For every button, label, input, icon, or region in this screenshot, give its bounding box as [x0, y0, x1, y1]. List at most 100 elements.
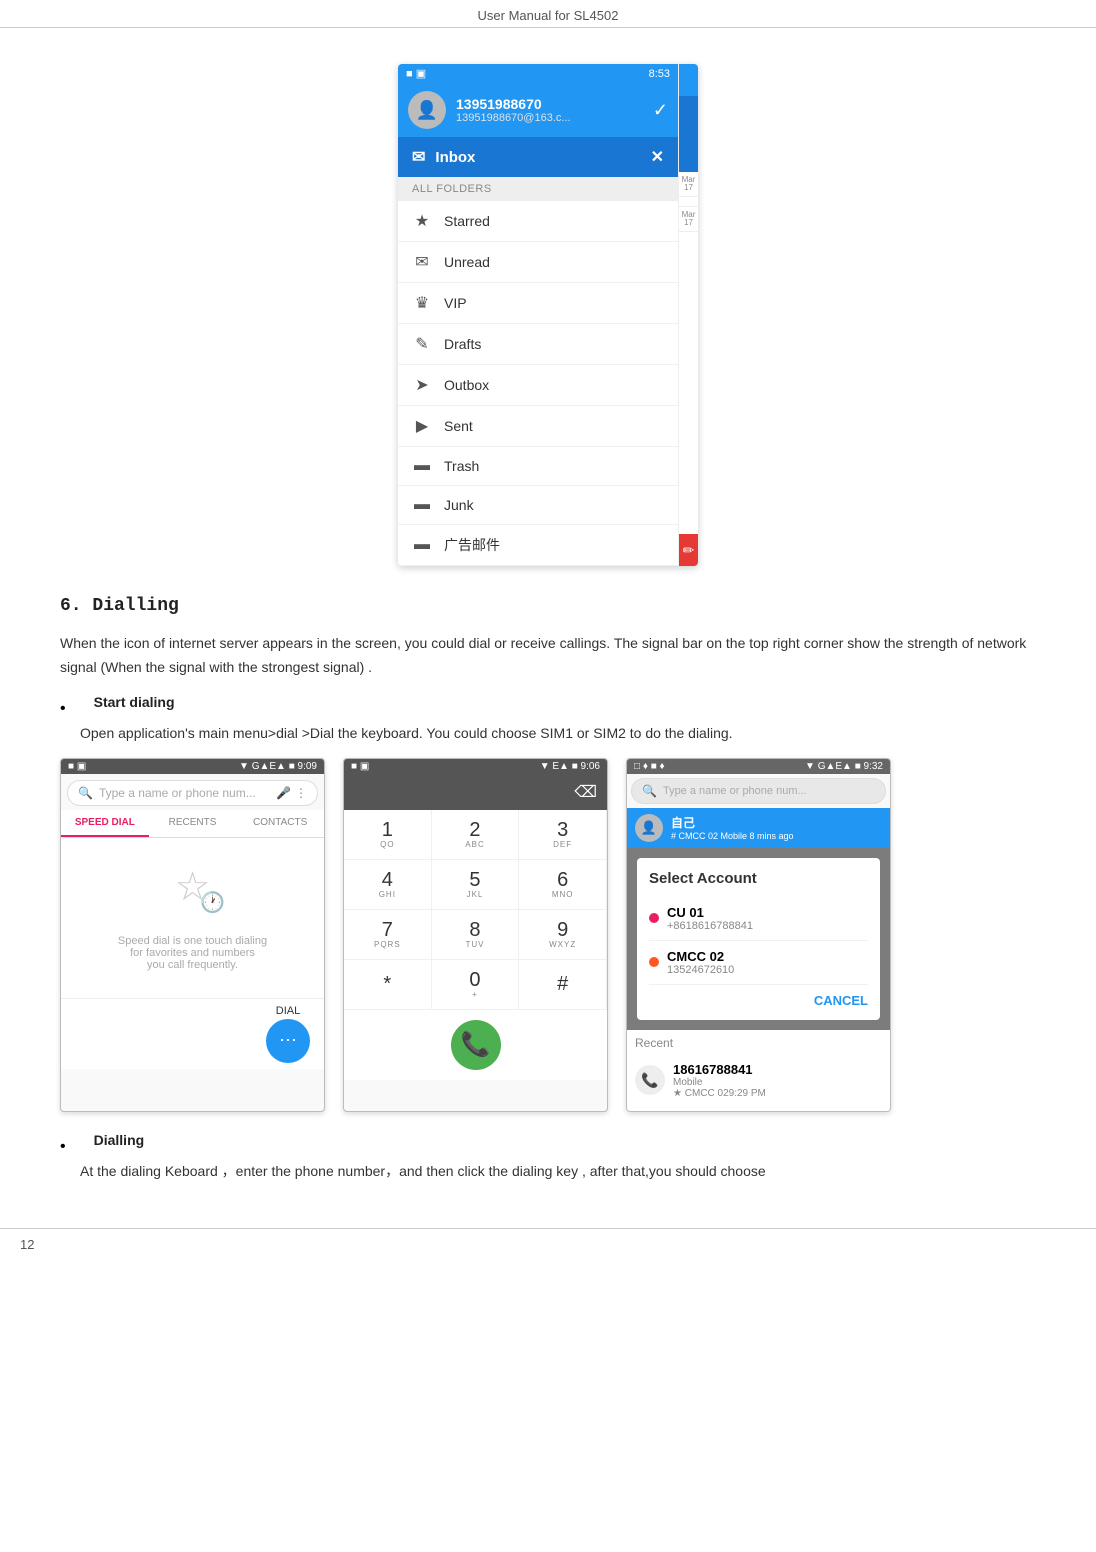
select-account-card: Select Account CU 01 +8618616788841 CMCC… — [637, 858, 880, 1020]
recent-sub: Mobile — [673, 1077, 766, 1088]
date-item-1: Mar 17 — [679, 172, 698, 197]
clock-icon: 🕐 — [200, 890, 225, 915]
folder-unread[interactable]: ✉ Unread — [398, 242, 678, 283]
menu-icon: ⋮ — [295, 786, 307, 800]
contact-info: 13951988670 13951988670@163.c... — [456, 96, 653, 124]
folder-junk[interactable]: ▬ Junk — [398, 486, 678, 525]
email-screenshot-section: ■ ▣ 8:53 👤 13951988670 13951988670@163.c… — [60, 64, 1036, 566]
star-icon: ★ — [412, 211, 432, 231]
cmcc02-number: 13524672610 — [667, 964, 868, 976]
folder-trash[interactable]: ▬ Trash — [398, 447, 678, 486]
status-left-icons: ■ ▣ — [406, 67, 426, 80]
account-cu01[interactable]: CU 01 +8618616788841 — [649, 897, 868, 941]
phone2-status-left: ■ ▣ — [351, 761, 369, 772]
bullet-dialling-title: Dialling — [94, 1132, 145, 1148]
tab-recents[interactable]: RECENTS — [149, 810, 237, 837]
folder-starred[interactable]: ★ Starred — [398, 201, 678, 242]
cancel-button[interactable]: CANCEL — [814, 993, 868, 1008]
all-folders-label: ALL FOLDERS — [398, 177, 678, 201]
drafts-icon: ✎ — [412, 334, 432, 354]
phone-screen-3: □ ♦ ■ ♦ ▼ G▲E▲ ■ 9:32 🔍 Type a name or p… — [626, 758, 891, 1112]
folder-name: Trash — [444, 458, 479, 474]
cmcc02-info: CMCC 02 13524672610 — [667, 949, 868, 976]
phone2-status-right: ▼ E▲ ■ 9:06 — [540, 761, 600, 772]
backspace-icon[interactable]: ⌫ — [574, 782, 597, 802]
account-cmcc02[interactable]: CMCC 02 13524672610 — [649, 941, 868, 985]
key-star[interactable]: * — [344, 960, 432, 1010]
recent-info: 18616788841 Mobile ★ CMCC 029:29 PM — [673, 1062, 766, 1099]
key-2[interactable]: 2ABC — [432, 810, 520, 860]
section-paragraph: When the icon of internet server appears… — [60, 632, 1036, 680]
folder-sent[interactable]: ▶ Sent — [398, 406, 678, 447]
phone1-tabs: SPEED DIAL RECENTS CONTACTS — [61, 810, 324, 838]
recent-item-1[interactable]: 📞 18616788841 Mobile ★ CMCC 029:29 PM — [635, 1056, 882, 1105]
bullet-start-desc: Open application's main menu>dial >Dial … — [80, 722, 1036, 744]
key-5[interactable]: 5JKL — [432, 860, 520, 910]
folder-ads[interactable]: ▬ 广告邮件 — [398, 525, 678, 566]
phone1-status-left: ■ ▣ — [68, 761, 86, 772]
check-icon[interactable]: ✓ — [653, 100, 668, 121]
empty-text-3: you call frequently. — [147, 959, 238, 971]
status-time: 8:53 — [649, 68, 670, 80]
recent-title: Recent — [635, 1036, 882, 1050]
call-button-row: 📞 — [344, 1010, 607, 1080]
folder-name: Sent — [444, 418, 473, 434]
close-icon[interactable]: ✕ — [651, 147, 664, 167]
key-6[interactable]: 6MNO — [519, 860, 607, 910]
crown-icon: ♛ — [412, 293, 432, 313]
cu01-number: +8618616788841 — [667, 920, 868, 932]
tab-speed-dial[interactable]: SPEED DIAL — [61, 810, 149, 837]
cmcc02-name: CMCC 02 — [667, 949, 868, 964]
key-1[interactable]: 1QO — [344, 810, 432, 860]
search-icon-2: 🔍 — [642, 784, 657, 798]
cmcc02-dot — [649, 957, 659, 967]
key-0[interactable]: 0+ — [432, 960, 520, 1010]
key-hash[interactable]: # — [519, 960, 607, 1010]
phone1-empty: ☆ 🕐 Speed dial is one touch dialing for … — [61, 838, 324, 998]
phone-screen-2: ■ ▣ ▼ E▲ ■ 9:06 ⌫ 1QO 2ABC 3DEF 4GHI 5JK… — [343, 758, 608, 1112]
folder-outbox[interactable]: ➤ Outbox — [398, 365, 678, 406]
key-8[interactable]: 8TUV — [432, 910, 520, 960]
phone1-search-bar[interactable]: 🔍 Type a name or phone num... 🎤 ⋮ — [67, 780, 318, 806]
contact-sub-3: # CMCC 02 Mobile 8 mins ago — [671, 831, 794, 841]
key-3[interactable]: 3DEF — [519, 810, 607, 860]
call-green-button[interactable]: 📞 — [451, 1020, 501, 1070]
recent-carrier: ★ CMCC 029:29 PM — [673, 1088, 766, 1099]
key-9[interactable]: 9WXYZ — [519, 910, 607, 960]
page-header: User Manual for SL4502 — [0, 0, 1096, 28]
sent-icon: ▶ — [412, 416, 432, 436]
email-status-bar: ■ ▣ 8:53 — [398, 64, 678, 83]
key-4[interactable]: 4GHI — [344, 860, 432, 910]
inbox-bar[interactable]: ✉ Inbox ✕ — [398, 137, 678, 177]
bullet-start-dialing: • Start dialing Open application's main … — [60, 694, 1036, 744]
phone3-search-text: Type a name or phone num... — [663, 785, 875, 797]
folder-name: Outbox — [444, 377, 489, 393]
phone1-status-bar: ■ ▣ ▼ G▲E▲ ■ 9:09 — [61, 759, 324, 774]
phones-row: ■ ▣ ▼ G▲E▲ ■ 9:09 🔍 Type a name or phone… — [60, 758, 1036, 1112]
key-7[interactable]: 7PQRS — [344, 910, 432, 960]
trash-icon: ▬ — [412, 457, 432, 475]
phone3-search-bar[interactable]: 🔍 Type a name or phone num... — [631, 778, 886, 804]
tab-contacts[interactable]: CONTACTS — [236, 810, 324, 837]
cu01-info: CU 01 +8618616788841 — [667, 905, 868, 932]
email-main-panel: ■ ▣ 8:53 👤 13951988670 13951988670@163.c… — [398, 64, 678, 566]
mic-icon: 🎤 — [276, 786, 291, 800]
dial-button[interactable]: ⋯ — [266, 1019, 310, 1063]
phone2-status-bar: ■ ▣ ▼ E▲ ■ 9:06 — [344, 759, 607, 774]
bullet-dialling-desc: At the dialing Keboard ，enter the phone … — [80, 1160, 1036, 1182]
junk-icon: ▬ — [412, 496, 432, 514]
folder-vip[interactable]: ♛ VIP — [398, 283, 678, 324]
folder-name: 广告邮件 — [444, 535, 500, 555]
folder-name: VIP — [444, 295, 467, 311]
contact-name-3: 自己 — [671, 814, 794, 831]
date-item-2: Mar 17 — [679, 207, 698, 232]
empty-text-1: Speed dial is one touch dialing — [118, 935, 267, 947]
bullet-start-title: Start dialing — [94, 694, 175, 710]
page-footer: 12 — [0, 1228, 1096, 1260]
email-contact-bar: 👤 13951988670 13951988670@163.c... ✓ — [398, 83, 678, 137]
folder-name: Drafts — [444, 336, 481, 352]
folder-name: Unread — [444, 254, 490, 270]
inbox-icon: ✉ — [412, 147, 425, 167]
page-number: 12 — [20, 1237, 34, 1252]
folder-drafts[interactable]: ✎ Drafts — [398, 324, 678, 365]
